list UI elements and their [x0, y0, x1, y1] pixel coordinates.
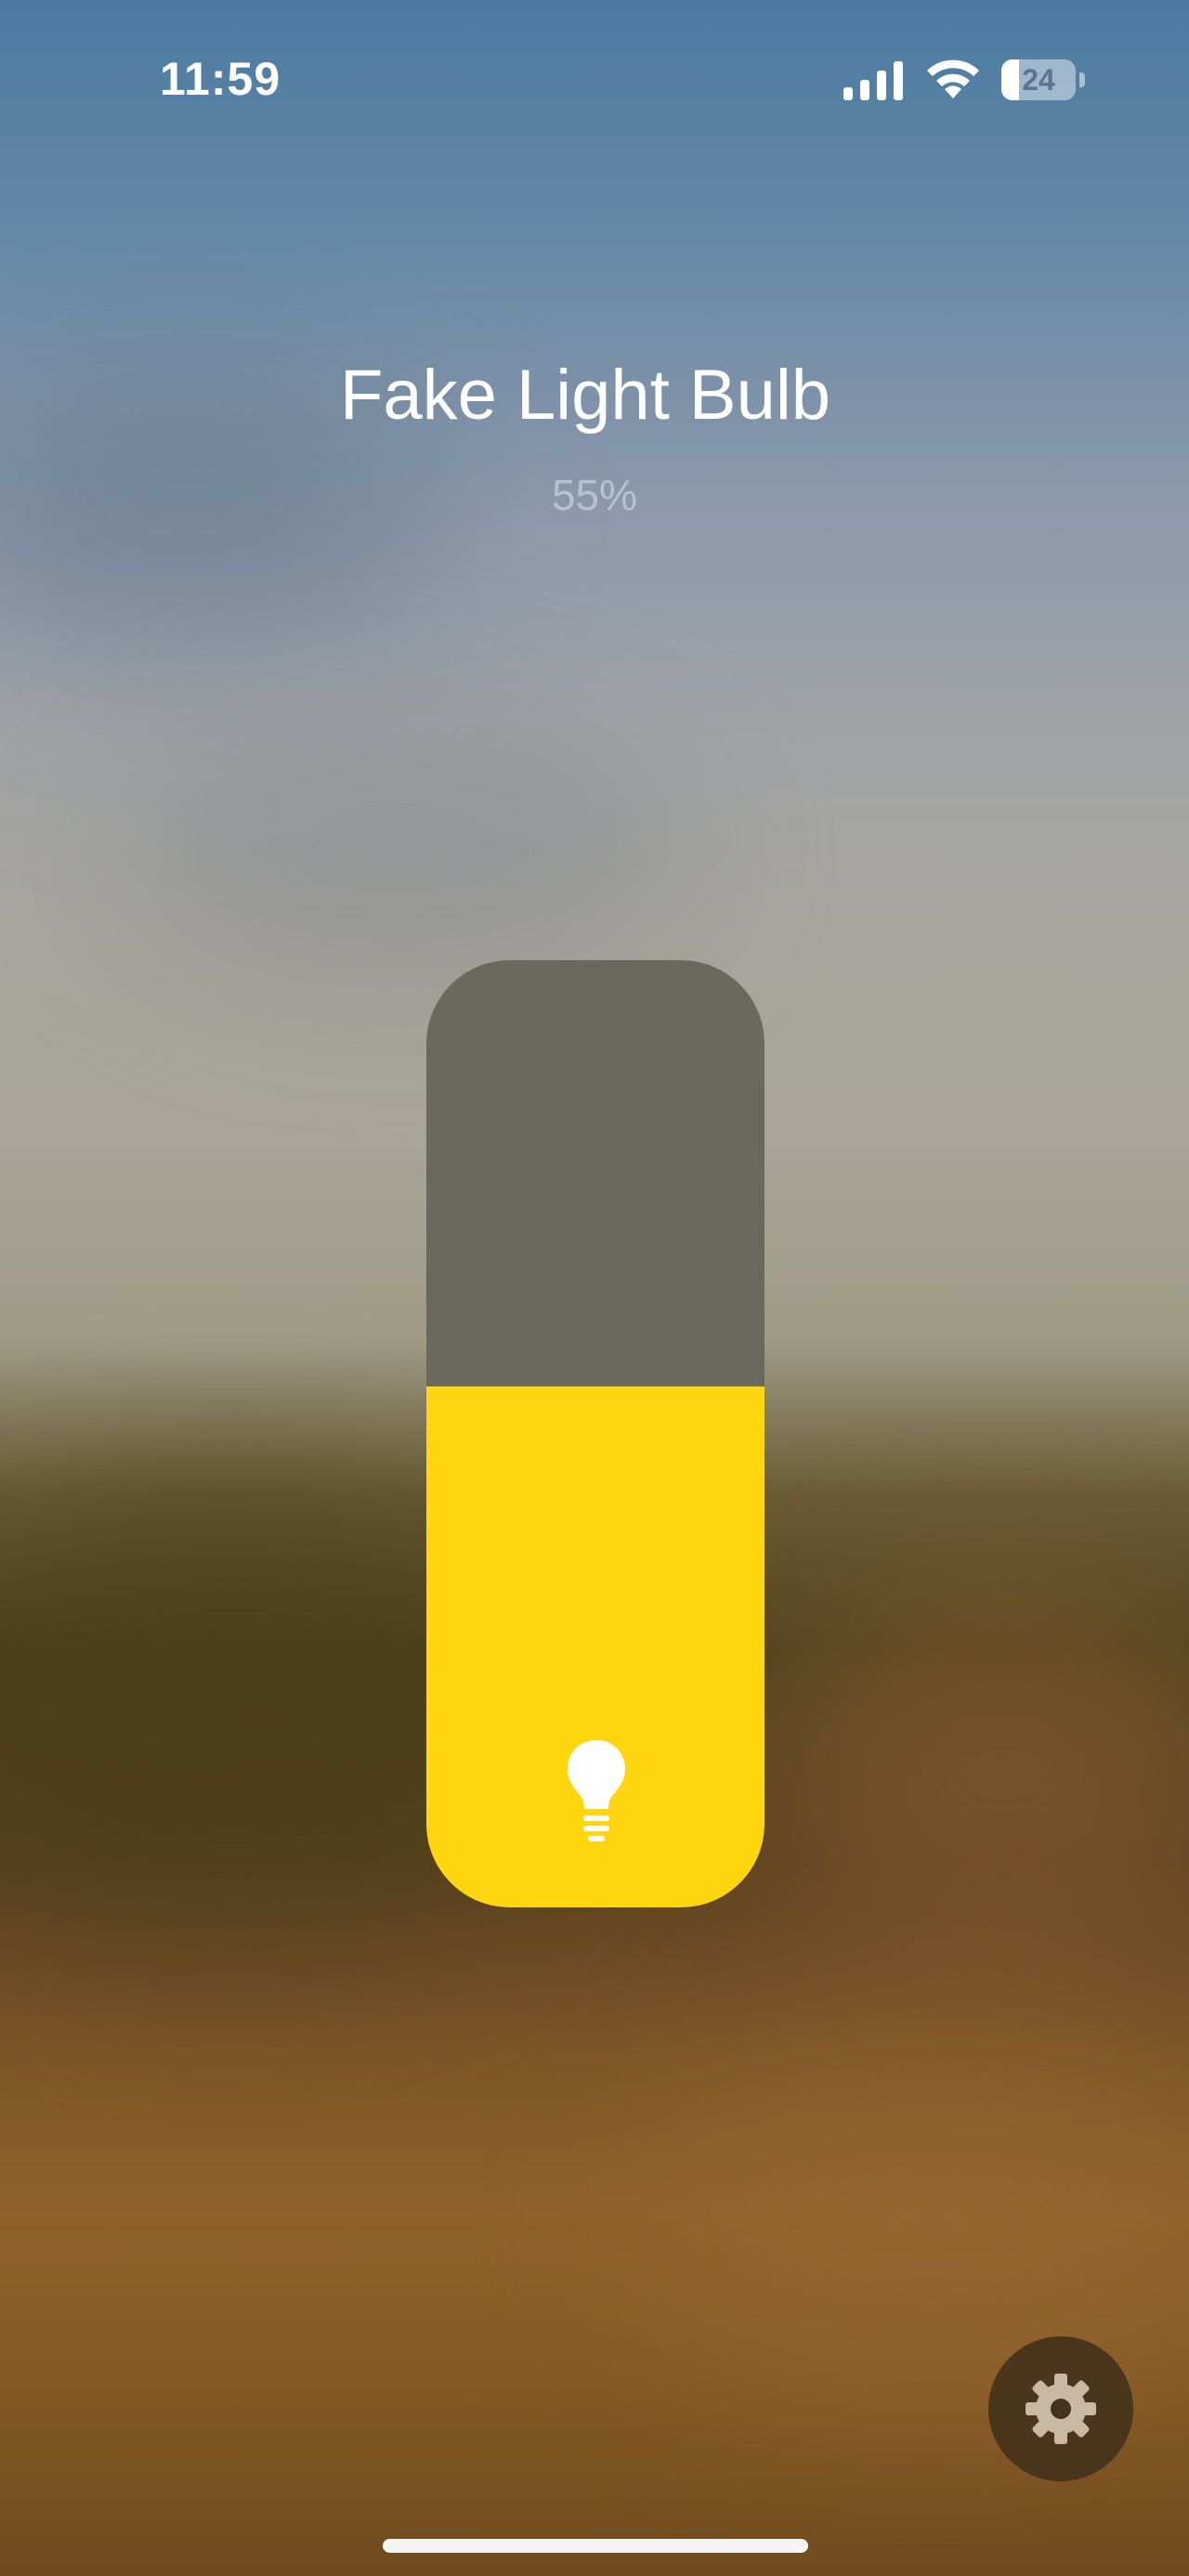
battery-cap	[1079, 72, 1085, 87]
lightbulb-icon	[568, 1740, 625, 1841]
wifi-icon	[927, 59, 979, 98]
battery-body: 24	[1001, 59, 1076, 100]
battery-icon: 24	[1001, 59, 1085, 100]
brightness-slider[interactable]	[426, 960, 764, 1907]
cellular-signal-icon	[843, 61, 903, 100]
home-indicator[interactable]	[383, 2539, 808, 2553]
device-name: Fake Light Bulb	[339, 356, 831, 435]
brightness-percentage: 55%	[551, 471, 638, 519]
settings-button[interactable]	[988, 2336, 1133, 2481]
battery-level-text: 24	[1022, 63, 1055, 97]
status-time: 11:59	[160, 53, 281, 105]
gear-icon	[1026, 2374, 1096, 2444]
status-bar: 11:59 24	[0, 0, 1189, 158]
